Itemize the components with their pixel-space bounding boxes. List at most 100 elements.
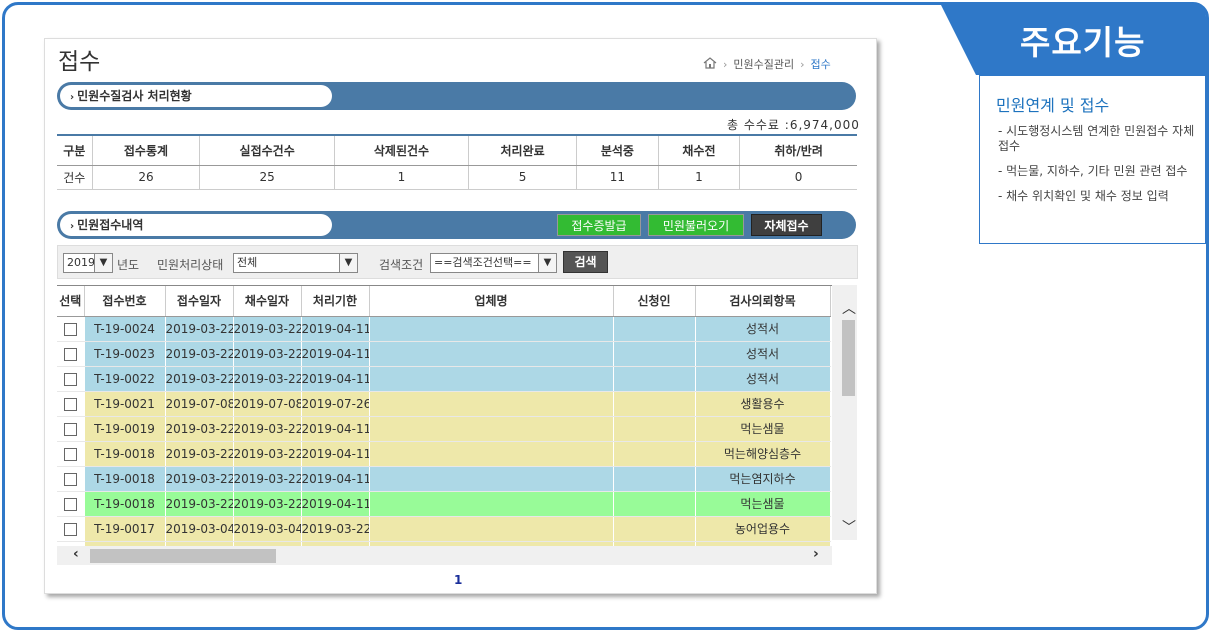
stats-table: 구분 접수통계 실접수건수 삭제된건수 처리완료 분석중 채수전 취하/반려 건수 26 25 1 5… <box>57 134 857 190</box>
feature-list: - 시도행정시스템 연계한 민원접수 자체 접수 - 먹는물, 지하수, 기타 … <box>998 124 1203 214</box>
stats-cell: 25 <box>199 165 335 190</box>
row-select-cell <box>57 441 85 467</box>
feature-item: - 시도행정시스템 연계한 민원접수 자체 접수 <box>998 124 1195 153</box>
row-checkbox[interactable] <box>63 522 77 536</box>
table-cell-item: 먹는샘물 <box>695 416 831 442</box>
table-cell-item: 생활용수 <box>695 391 831 417</box>
table-cell-sample: 2019-03-04 <box>233 516 302 542</box>
column-header[interactable]: 신청인 <box>613 286 696 317</box>
column-header[interactable]: 채수일자 <box>233 286 302 317</box>
stats-cell: 1 <box>334 165 470 190</box>
row-select-cell <box>57 516 85 542</box>
row-checkbox[interactable] <box>63 322 77 336</box>
status-select[interactable]: 전체 ▼ <box>233 253 358 273</box>
home-icon[interactable] <box>703 56 717 72</box>
table-cell-company <box>369 366 614 392</box>
chevron-down-icon[interactable]: ﹀ <box>842 517 856 537</box>
table-row[interactable]: T-19-0018 2019-03-22 2019-03-22 2019-04-11 먹… <box>57 466 831 492</box>
table-cell-recv: 2019-03-22 <box>165 466 234 492</box>
column-header[interactable]: 업체명 <box>369 286 614 317</box>
stats-header: 처리완료 <box>468 134 578 166</box>
pagination-current[interactable]: 1 <box>454 573 462 587</box>
chevron-down-icon: ▼ <box>94 254 112 272</box>
table-row[interactable]: T-19-0021 2019-07-08 2019-07-08 2019-07-26 생… <box>57 391 831 417</box>
breadcrumb-item[interactable]: 민원수질관리 <box>733 56 794 72</box>
table-cell-sample: 2019-03-22 <box>233 466 302 492</box>
table-row[interactable]: T-19-0024 2019-03-22 2019-03-22 2019-04-11 성… <box>57 316 831 342</box>
table-cell-due: 2019-03-22 <box>301 516 370 542</box>
chevron-down-icon: ▼ <box>538 254 556 272</box>
stats-header: 취하/반려 <box>739 134 857 166</box>
table-cell-item: 성적서 <box>695 341 831 367</box>
total-fee: 총 수수료 :6,974,000 <box>727 118 860 132</box>
stats-cell: 건수 <box>57 165 93 190</box>
table-cell-company <box>369 341 614 367</box>
table-cell-recv: 2019-07-08 <box>165 391 234 417</box>
column-header[interactable]: 처리기한 <box>301 286 370 317</box>
row-select-cell <box>57 316 85 342</box>
condition-select[interactable]: ==검색조건선택== ▼ <box>430 253 557 273</box>
chevron-down-icon: ▼ <box>339 254 357 272</box>
stats-header: 분석중 <box>576 134 659 166</box>
table-cell-company <box>369 491 614 517</box>
row-checkbox[interactable] <box>63 497 77 511</box>
row-checkbox[interactable] <box>63 372 77 386</box>
table-cell-recv: 2019-03-22 <box>165 491 234 517</box>
row-select-cell <box>57 391 85 417</box>
table-cell-sample: 2019-03-22 <box>233 316 302 342</box>
column-header[interactable]: 접수번호 <box>84 286 166 317</box>
table-cell-item: 성적서 <box>695 366 831 392</box>
row-checkbox[interactable] <box>63 472 77 486</box>
year-select[interactable]: 2019 ▼ <box>63 253 113 273</box>
row-checkbox[interactable] <box>63 447 77 461</box>
load-complaint-button[interactable]: 민원불러오기 <box>648 214 744 236</box>
column-header[interactable]: 선택 <box>57 286 85 317</box>
table-cell-sample: 2019-07-08 <box>233 391 302 417</box>
table-cell-due: 2019-04-11 <box>301 441 370 467</box>
column-header[interactable]: 접수일자 <box>165 286 234 317</box>
table-cell-item: 농어업용수 <box>695 516 831 542</box>
table-cell-applicant <box>613 416 696 442</box>
breadcrumb-current: 접수 <box>810 58 831 71</box>
table-cell-applicant <box>613 516 696 542</box>
table-cell-applicant <box>613 466 696 492</box>
self-receipt-button[interactable]: 자체접수 <box>751 214 822 236</box>
column-header[interactable]: 검사의뢰항목 <box>695 286 831 317</box>
row-select-cell <box>57 466 85 492</box>
table-cell-applicant <box>613 341 696 367</box>
chevron-right-icon[interactable]: › <box>813 546 819 562</box>
horizontal-scroll-thumb[interactable] <box>90 549 276 563</box>
chevron-up-icon[interactable]: ︿ <box>842 298 856 318</box>
table-row[interactable]: T-19-0022 2019-03-22 2019-03-22 2019-04-11 성… <box>57 366 831 392</box>
section-title-text: 민원수질검사 처리현황 <box>77 89 192 103</box>
table-row[interactable]: T-19-0017 2019-03-04 2019-03-04 2019-03-22 농… <box>57 516 831 542</box>
feature-item: - 채수 위치확인 및 채수 정보 입력 <box>998 189 1169 203</box>
row-select-cell <box>57 341 85 367</box>
page-title: 접수 <box>58 49 101 75</box>
table-cell-company <box>369 441 614 467</box>
row-checkbox[interactable] <box>63 397 77 411</box>
table-cell-due: 2019-04-11 <box>301 366 370 392</box>
stats-cell: 1 <box>658 165 741 190</box>
row-checkbox[interactable] <box>63 422 77 436</box>
complaint-grid: 선택 접수번호 접수일자 채수일자 처리기한 업체명 신청인 검사의뢰항목 T-19-0024… <box>57 285 857 565</box>
search-button[interactable]: 검색 <box>563 251 608 273</box>
table-row[interactable]: T-19-0023 2019-03-22 2019-03-22 2019-04-11 성… <box>57 341 831 367</box>
table-cell-item: 먹는염지하수 <box>695 466 831 492</box>
complaint-table: 선택 접수번호 접수일자 채수일자 처리기한 업체명 신청인 검사의뢰항목 T-19-0024… <box>57 286 831 565</box>
vertical-scroll-thumb[interactable] <box>842 320 855 396</box>
table-row[interactable]: T-19-0018 2019-03-22 2019-03-22 2019-04-11 먹… <box>57 491 831 517</box>
stats-header: 채수전 <box>658 134 741 166</box>
breadcrumb: › 민원수질관리 › 접수 <box>703 56 831 72</box>
receipt-issue-button[interactable]: 접수증발급 <box>557 214 641 236</box>
table-row[interactable]: T-19-0018 2019-03-22 2019-03-22 2019-04-11 먹… <box>57 441 831 467</box>
table-cell-sample: 2019-03-22 <box>233 441 302 467</box>
feature-item: - 먹는물, 지하수, 기타 민원 관련 접수 <box>998 164 1188 178</box>
table-cell-no: T-19-0021 <box>84 391 166 417</box>
row-checkbox[interactable] <box>63 347 77 361</box>
stats-cell: 11 <box>576 165 659 190</box>
row-select-cell <box>57 366 85 392</box>
section-title: › 민원접수내역 <box>60 214 332 236</box>
chevron-left-icon[interactable]: ‹ <box>73 546 79 562</box>
table-row[interactable]: T-19-0019 2019-03-22 2019-03-22 2019-04-11 먹… <box>57 416 831 442</box>
